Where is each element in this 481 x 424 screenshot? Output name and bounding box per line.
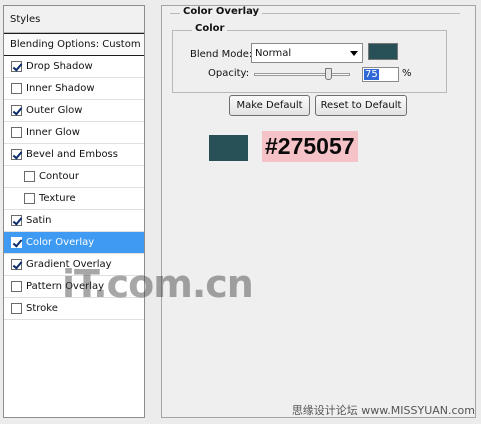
checkbox[interactable]	[24, 193, 35, 204]
style-item-label: Contour	[39, 170, 79, 182]
blending-options-row[interactable]: Blending Options: Custom	[4, 33, 144, 56]
style-item-label: Drop Shadow	[26, 60, 93, 72]
blend-mode-select[interactable]: Normal	[251, 43, 363, 63]
style-item-label: Texture	[39, 192, 76, 204]
opacity-label: Opacity:	[208, 68, 250, 79]
checkbox[interactable]	[11, 237, 22, 248]
overlay-color-swatch[interactable]	[368, 43, 398, 60]
style-item-label: Stroke	[26, 302, 58, 314]
style-item-label: Bevel and Emboss	[26, 148, 118, 160]
checkbox[interactable]	[11, 215, 22, 226]
style-item-inner-shadow[interactable]: Inner Shadow	[4, 78, 144, 100]
style-item-outer-glow[interactable]: Outer Glow	[4, 100, 144, 122]
style-item-label: Inner Glow	[26, 126, 80, 138]
opacity-slider-track[interactable]	[254, 73, 350, 76]
chevron-down-icon	[350, 51, 358, 56]
annotation-color-swatch	[209, 135, 248, 161]
checkbox[interactable]	[11, 127, 22, 138]
style-item-label: Outer Glow	[26, 104, 83, 116]
style-item-contour[interactable]: Contour	[4, 166, 144, 188]
opacity-value: 75	[364, 69, 379, 80]
opacity-input[interactable]: 75	[362, 67, 399, 82]
style-item-label: Color Overlay	[26, 236, 95, 248]
section-title: Color Overlay	[180, 6, 263, 17]
blend-mode-value: Normal	[255, 47, 292, 59]
checkbox[interactable]	[24, 171, 35, 182]
checkbox[interactable]	[11, 281, 22, 292]
style-item-bevel-and-emboss[interactable]: Bevel and Emboss	[4, 144, 144, 166]
opacity-slider-thumb[interactable]	[325, 68, 332, 80]
checkbox[interactable]	[11, 105, 22, 116]
style-item-inner-glow[interactable]: Inner Glow	[4, 122, 144, 144]
annotation-hex-label: #275057	[262, 131, 358, 162]
checkbox[interactable]	[11, 149, 22, 160]
blend-mode-label: Blend Mode:	[190, 49, 253, 60]
reset-to-default-button[interactable]: Reset to Default	[315, 95, 407, 116]
styles-header[interactable]: Styles	[4, 6, 144, 33]
watermark-logo: iT.com.cn	[62, 262, 254, 306]
style-item-label: Inner Shadow	[26, 82, 95, 94]
styles-panel: Styles Blending Options: Custom Drop Sha…	[3, 5, 145, 418]
checkbox[interactable]	[11, 61, 22, 72]
make-default-button[interactable]: Make Default	[229, 95, 310, 116]
style-item-label: Satin	[26, 214, 52, 226]
style-item-texture[interactable]: Texture	[4, 188, 144, 210]
watermark-site: 思缘设计论坛 www.MISSYUAN.com	[291, 404, 475, 417]
opacity-unit: %	[402, 68, 412, 79]
color-group-title: Color	[192, 23, 228, 34]
color-overlay-panel: Color Overlay Color Blend Mode: Normal O…	[161, 5, 476, 418]
style-item-drop-shadow[interactable]: Drop Shadow	[4, 56, 144, 78]
checkbox[interactable]	[11, 303, 22, 314]
style-item-satin[interactable]: Satin	[4, 210, 144, 232]
checkbox[interactable]	[11, 259, 22, 270]
style-item-color-overlay[interactable]: Color Overlay	[4, 232, 144, 254]
checkbox[interactable]	[11, 83, 22, 94]
